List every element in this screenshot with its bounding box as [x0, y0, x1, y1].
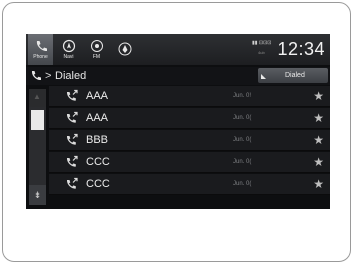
app-fm-label: FM — [92, 54, 101, 60]
call-name: BBB — [86, 134, 109, 146]
outgoing-call-icon — [66, 155, 78, 167]
app-extra-button[interactable] — [112, 34, 137, 65]
call-row[interactable]: CCC Jun. 0( ★ — [49, 152, 330, 173]
radio-icon — [90, 39, 104, 53]
infotainment-screen: Phone Navi FM ▮▮ ⊡⊡⊡ 4ub 12:34 > Dialed … — [26, 34, 330, 209]
corner-triangle-icon — [261, 74, 266, 79]
app-icon — [118, 42, 132, 56]
scroll-down-button[interactable]: ⇟ — [29, 185, 46, 205]
call-row[interactable]: AAA Jun. 0( ★ — [49, 108, 330, 129]
scrollbar[interactable]: ▲ ⇟ — [29, 89, 46, 205]
star-icon[interactable]: ★ — [313, 88, 324, 104]
page-title: Dialed — [55, 70, 87, 82]
call-row[interactable]: AAA Jun. 0! ★ — [49, 86, 330, 107]
status-indicators: ▮▮ ⊡⊡⊡ 4ub — [252, 38, 274, 58]
top-bar: Phone Navi FM ▮▮ ⊡⊡⊡ 4ub 12:34 — [26, 34, 330, 65]
app-phone-label: Phone — [33, 54, 48, 60]
app-navi-label: Navi — [63, 54, 74, 60]
scroll-up-button[interactable]: ▲ — [29, 89, 46, 107]
call-date: Jun. 0( — [233, 159, 252, 165]
clock: 12:34 — [277, 39, 325, 59]
call-row[interactable]: BBB Jun. 0( ★ — [49, 130, 330, 151]
chevron-up-icon: ▲ — [33, 92, 41, 101]
scroll-thumb[interactable] — [31, 110, 44, 130]
call-name: CCC — [86, 156, 110, 168]
star-icon[interactable]: ★ — [313, 176, 324, 192]
star-icon[interactable]: ★ — [313, 132, 324, 148]
outgoing-call-icon — [66, 133, 78, 145]
phone-icon — [31, 71, 41, 81]
call-date: Jun. 0( — [233, 181, 252, 187]
call-name: AAA — [86, 112, 109, 124]
list-header: > Dialed Dialed — [26, 67, 330, 85]
app-navi-button[interactable]: Navi — [56, 34, 81, 65]
sort-button-label: Dialed — [285, 72, 305, 79]
app-phone-button[interactable]: Phone — [28, 34, 53, 65]
call-date: Jun. 0! — [233, 93, 252, 99]
outgoing-call-icon — [66, 177, 78, 189]
phone-icon — [34, 39, 48, 53]
call-row[interactable]: CCC Jun. 0( ★ — [49, 174, 330, 195]
call-name: AAA — [86, 90, 109, 102]
navi-icon — [62, 39, 76, 53]
star-icon[interactable]: ★ — [313, 154, 324, 170]
outgoing-call-icon — [66, 111, 78, 123]
app-fm-button[interactable]: FM — [84, 34, 109, 65]
outgoing-call-icon — [66, 89, 78, 101]
call-date: Jun. 0( — [233, 115, 252, 121]
star-icon[interactable]: ★ — [313, 110, 324, 126]
call-date: Jun. 0( — [233, 137, 252, 143]
status-sub: 4ub — [258, 50, 265, 55]
chevron-right-icon: > — [45, 70, 52, 82]
signal-icon: ▮▮ ⊡⊡⊡ — [252, 40, 272, 46]
call-name: CCC — [86, 178, 110, 190]
sort-button[interactable]: Dialed — [258, 68, 328, 83]
